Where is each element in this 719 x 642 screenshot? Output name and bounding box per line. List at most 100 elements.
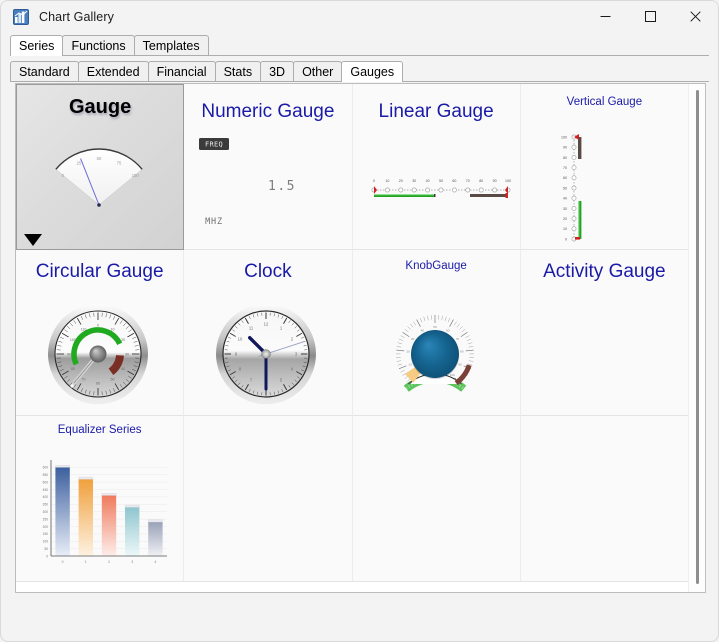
close-icon[interactable] <box>673 1 718 32</box>
svg-text:0: 0 <box>373 179 375 183</box>
svg-text:40: 40 <box>121 367 125 371</box>
window-controls <box>583 1 718 32</box>
tab-label: 3D <box>269 65 286 79</box>
gallery-item-clock[interactable]: Clock123456789101112 <box>184 250 353 416</box>
tab-stats[interactable]: Stats <box>214 61 262 81</box>
gallery-item-linear-gauge[interactable]: Linear Gauge 0 10 20 30 40 50 60 70 80 90 100 <box>352 84 521 250</box>
svg-text:20: 20 <box>121 338 125 342</box>
svg-text:40: 40 <box>420 328 424 332</box>
chart-gallery-window: Chart Gallery Series Functions Templates S… <box>0 0 719 642</box>
gallery-panel: Gauge 0 25 50 75 100 Numeric Gauge FREQ 1.5 MHZ Li… <box>15 83 706 593</box>
svg-text:10: 10 <box>563 227 567 231</box>
tab-financial[interactable]: Financial <box>147 61 216 81</box>
svg-text:20: 20 <box>563 217 567 221</box>
svg-text:550: 550 <box>43 473 49 477</box>
svg-text:90: 90 <box>563 146 567 150</box>
svg-text:20: 20 <box>406 349 410 353</box>
minimize-icon[interactable] <box>583 1 628 32</box>
svg-text:10: 10 <box>385 179 389 183</box>
svg-text:2: 2 <box>108 560 110 564</box>
svg-text:60: 60 <box>563 176 567 180</box>
gallery-item-knobgauge[interactable]: KnobGauge0102030405060708090100 <box>352 250 521 416</box>
angular-gauge-art: 0255075100 <box>55 148 143 207</box>
tab-label: Stats <box>223 65 253 79</box>
svg-text:90: 90 <box>492 179 496 183</box>
svg-text:20: 20 <box>398 179 402 183</box>
svg-text:80: 80 <box>460 349 464 353</box>
svg-text:100: 100 <box>505 179 511 183</box>
primary-tab-bar: Series Functions Templates <box>10 33 709 56</box>
gallery-item-circular-gauge[interactable]: Circular Gauge 0 10 20 30 40 50 60 70 80 90 100 110 <box>16 250 185 416</box>
gallery-item-numeric-gauge[interactable]: Numeric Gauge FREQ 1.5 MHZ <box>184 84 353 250</box>
gallery-item-title: Linear Gauge <box>378 101 494 122</box>
svg-text:10: 10 <box>408 362 412 366</box>
gallery-item-activity-gauge[interactable]: Activity Gauge <box>520 250 689 416</box>
svg-text:350: 350 <box>43 503 49 507</box>
svg-text:450: 450 <box>43 488 49 492</box>
svg-text:FREQ: FREQ <box>205 141 223 149</box>
vertical-gauge-art: 1009080706050403020100 <box>561 134 582 242</box>
svg-text:4: 4 <box>154 560 156 564</box>
tab-templates[interactable]: Templates <box>133 35 209 55</box>
window-title: Chart Gallery <box>39 9 114 24</box>
gallery-grid: Gauge 0 25 50 75 100 Numeric Gauge FREQ 1.5 MHZ Li… <box>16 84 689 592</box>
app-root: Chart Gallery Series Functions Templates S… <box>0 0 719 642</box>
svg-text:30: 30 <box>412 179 416 183</box>
svg-text:50: 50 <box>433 325 437 329</box>
gallery-item-title: Equalizer Series <box>57 424 142 436</box>
gallery-item-title: Activity Gauge <box>543 261 666 282</box>
tab-label: Extended <box>86 65 140 79</box>
svg-text:3: 3 <box>131 560 133 564</box>
svg-text:50: 50 <box>111 378 115 382</box>
svg-text:70: 70 <box>465 179 469 183</box>
svg-text:70: 70 <box>455 337 459 341</box>
tab-series[interactable]: Series <box>10 35 64 56</box>
tab-label: Other <box>302 65 334 79</box>
tab-gauges[interactable]: Gauges <box>341 61 404 82</box>
gallery-item-empty <box>184 416 353 582</box>
svg-text:1: 1 <box>85 560 87 564</box>
svg-text:100: 100 <box>43 540 49 544</box>
svg-text:300: 300 <box>43 510 49 514</box>
svg-text:90: 90 <box>67 352 71 356</box>
tab-functions[interactable]: Functions <box>62 35 135 55</box>
svg-text:80: 80 <box>479 179 483 183</box>
gallery-item-vertical-gauge[interactable]: Vertical Gauge 100 90 80 70 60 50 40 30 20 10 0 <box>520 84 689 250</box>
tab-label: Financial <box>156 65 207 79</box>
tab-label: Series <box>19 39 55 53</box>
svg-text:80: 80 <box>563 156 567 160</box>
svg-text:100: 100 <box>132 173 140 178</box>
tab-label: Functions <box>71 39 126 53</box>
svg-text:40: 40 <box>563 197 567 201</box>
maximize-icon[interactable] <box>628 1 673 32</box>
tab-standard[interactable]: Standard <box>10 61 79 81</box>
gallery-item-title: Gauge <box>69 96 132 118</box>
gallery-item-title: KnobGauge <box>405 260 467 272</box>
svg-text:80: 80 <box>71 367 75 371</box>
numeric-gauge-art: FREQ 1.5 MHZ <box>199 138 295 227</box>
knob-gauge-art: 0102030405060708090100 <box>395 315 474 392</box>
tab-3d[interactable]: 3D <box>260 61 295 81</box>
clock-art: 123456789101112 <box>216 304 317 404</box>
gallery-item-title: Vertical Gauge <box>566 96 643 108</box>
tab-extended[interactable]: Extended <box>77 61 149 81</box>
svg-text:250: 250 <box>43 517 49 521</box>
svg-text:60: 60 <box>452 179 456 183</box>
gallery-item-gauge[interactable]: Gauge 0 25 50 75 100 <box>16 84 185 250</box>
gallery-item-empty <box>352 416 521 582</box>
gallery-item-equalizer-series[interactable]: Equalizer Series 0 50 100 150 200 250 300 350 400… <box>16 416 185 582</box>
svg-text:60: 60 <box>445 328 449 332</box>
titlebar: Chart Gallery <box>1 1 718 32</box>
linear-gauge-art: 0 10 20 30 40 50 60 70 80 90 100 <box>371 179 511 198</box>
svg-text:150: 150 <box>43 532 49 536</box>
gallery-scrollbar[interactable] <box>688 84 705 592</box>
gallery-scrollbar-thumb[interactable] <box>696 90 699 584</box>
tab-other[interactable]: Other <box>293 61 343 81</box>
svg-text:70: 70 <box>82 378 86 382</box>
svg-text:30: 30 <box>563 207 567 211</box>
svg-text:30: 30 <box>125 352 129 356</box>
svg-text:12: 12 <box>264 322 269 327</box>
svg-text:100: 100 <box>561 135 567 139</box>
gallery-item-title: Circular Gauge <box>35 261 164 282</box>
gallery-item-empty <box>520 416 689 582</box>
